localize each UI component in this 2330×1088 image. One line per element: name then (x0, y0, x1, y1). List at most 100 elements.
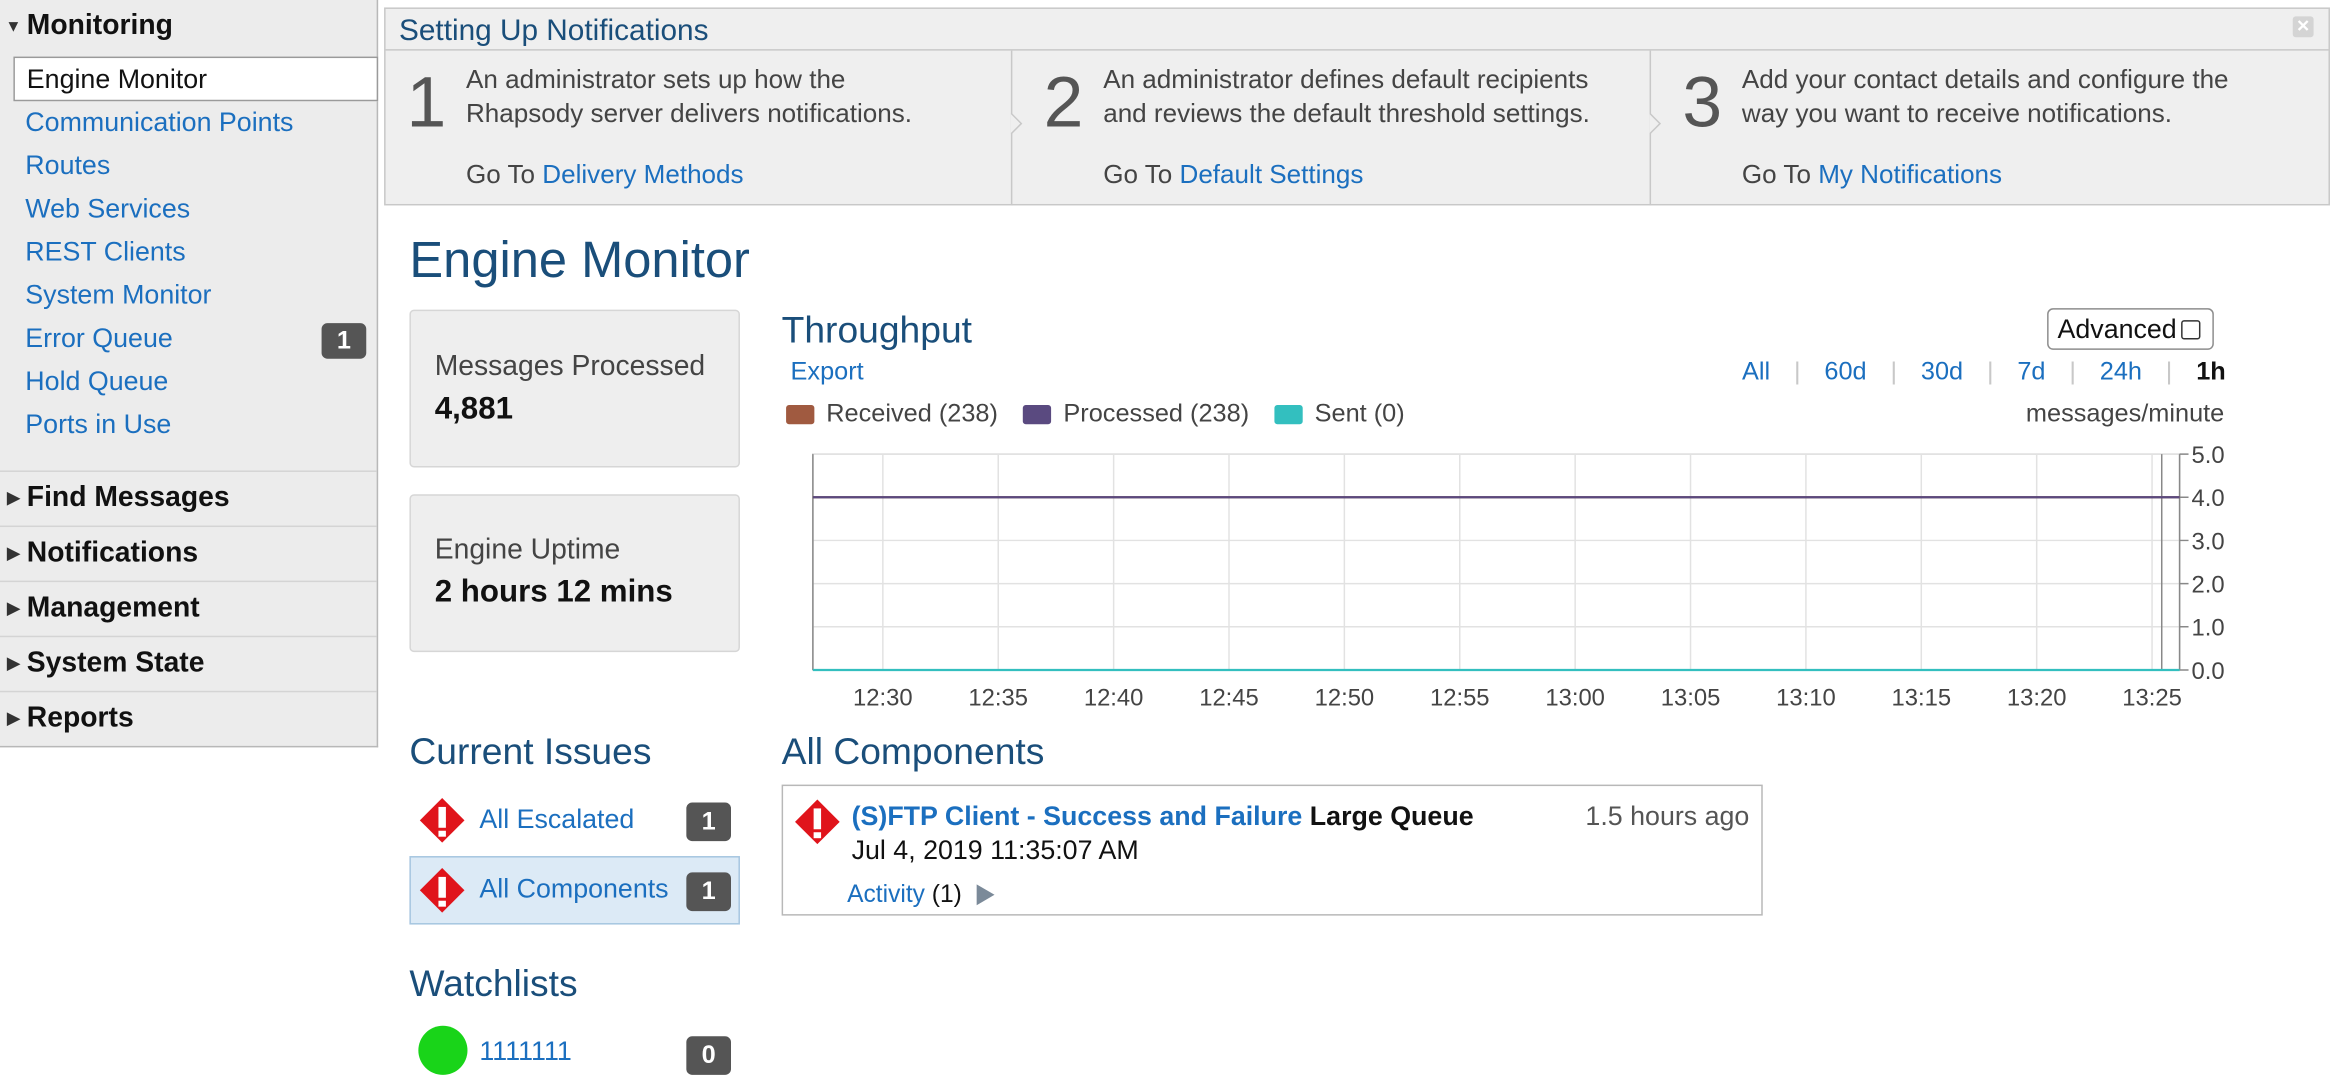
activity-count: (1) (931, 881, 962, 909)
range-option-all[interactable]: All (1742, 357, 1770, 387)
range-separator: | (1890, 357, 1898, 386)
page-title: Engine Monitor (409, 232, 750, 289)
issue-row-all-components[interactable]: All Components 1 (409, 856, 740, 925)
sidebar-item-ports-in-use[interactable]: Ports in Use (25, 409, 171, 440)
x-tick-label: 13:15 (1891, 685, 1951, 712)
my-notifications-link[interactable]: My Notifications (1818, 159, 2002, 189)
engine-uptime-value: 2 hours 12 mins (434, 574, 673, 609)
export-link[interactable]: Export (791, 357, 864, 387)
x-tick-label: 12:50 (1315, 685, 1375, 712)
nav-section-label: System State (26, 646, 205, 679)
legend-label: Processed (238) (1063, 398, 1250, 428)
y-tick-label: 2.0 (2192, 572, 2225, 599)
nav-section-monitoring[interactable]: ▼ Monitoring (0, 0, 377, 54)
advanced-checkbox[interactable] (2181, 320, 2201, 340)
x-tick-label: 12:35 (968, 685, 1028, 712)
step-number: 3 (1682, 64, 1723, 143)
watchlist-count-badge: 0 (686, 1036, 732, 1075)
step-text-line: Rhapsody server delivers notifications. (465, 98, 913, 129)
chart-unit-label: messages/minute (2025, 398, 2225, 428)
sidebar-item-hold-queue[interactable]: Hold Queue (25, 366, 168, 397)
messages-processed-label: Messages Processed (434, 351, 706, 383)
x-tick-label: 13:20 (2007, 685, 2067, 712)
nav-section-find-messages[interactable]: ▶ Find Messages (0, 470, 377, 524)
notifications-setup-banner: Setting Up Notifications ✕ 1 An administ… (384, 7, 2330, 206)
range-separator: | (2165, 357, 2173, 386)
sidebar: ▼ Monitoring Engine Monitor Communicatio… (0, 0, 379, 748)
nav-section-label: Reports (26, 701, 134, 734)
warning-icon (419, 797, 465, 843)
x-tick-label: 13:25 (2122, 685, 2182, 712)
go-to-label: Go To (1103, 159, 1173, 190)
issue-row-all-escalated[interactable]: All Escalated 1 (409, 786, 740, 854)
chevron-right-icon (1649, 113, 1662, 134)
engine-uptime-card: Engine Uptime 2 hours 12 mins (409, 494, 740, 653)
caret-right-icon: ▶ (7, 599, 20, 618)
sidebar-item-error-queue[interactable]: Error Queue (25, 323, 172, 354)
legend-item-processed[interactable]: Processed (238) (1023, 399, 1249, 429)
range-option-1h[interactable]: 1h (2196, 357, 2226, 387)
close-icon[interactable]: ✕ (2292, 16, 2314, 38)
issue-label: All Escalated (479, 803, 635, 834)
range-option-60d[interactable]: 60d (1824, 357, 1866, 387)
throughput-chart: 5.0 4.0 3.0 2.0 1.0 0.0 12:30 12:35 12:40 12:45 12… (812, 442, 2225, 712)
step-text: An administrator sets up how the Rhapsod… (466, 63, 957, 131)
step-text-line: An administrator defines default recipie… (1103, 64, 1589, 94)
error-queue-badge: 1 (321, 323, 367, 359)
caret-down-icon: ▼ (5, 17, 22, 36)
range-option-7d[interactable]: 7d (2017, 357, 2045, 387)
nav-section-label: Notifications (26, 536, 199, 568)
legend-item-received[interactable]: Received (238) (786, 399, 998, 429)
legend-item-sent[interactable]: Sent (0) (1274, 398, 1405, 429)
x-tick-label: 12:30 (853, 685, 913, 712)
default-settings-link[interactable]: Default Settings (1180, 159, 1364, 189)
legend-swatch (1023, 404, 1052, 424)
step-number: 1 (406, 64, 447, 143)
x-tick-label: 12:45 (1199, 685, 1259, 712)
issue-count-badge: 1 (686, 872, 732, 912)
step-text-line: An administrator sets up how the (465, 64, 846, 94)
sidebar-item-communication-points[interactable]: Communication Points (25, 107, 293, 138)
legend-label: Sent (0) (1314, 398, 1405, 428)
banner-step-1: 1 An administrator sets up how the Rhaps… (386, 51, 1011, 206)
warning-icon (795, 799, 840, 845)
nav-section-reports[interactable]: ▶ Reports (0, 690, 377, 745)
caret-right-icon: ▶ (7, 489, 20, 508)
component-link[interactable]: (S)FTP Client - Success and Failure (852, 801, 1303, 831)
banner-step-3: 3 Add your contact details and configure… (1662, 51, 2317, 206)
delivery-methods-link[interactable]: Delivery Methods (542, 159, 743, 189)
y-tick-label: 1.0 (2192, 615, 2225, 642)
step-text-line: and reviews the default threshold settin… (1103, 98, 1590, 129)
advanced-toggle[interactable]: Advanced (2047, 308, 2214, 350)
range-option-24h[interactable]: 24h (2100, 357, 2142, 387)
nav-section-management[interactable]: ▶ Management (0, 580, 377, 635)
x-tick-label: 13:00 (1545, 685, 1605, 712)
play-icon[interactable] (976, 884, 995, 906)
sidebar-item-web-services[interactable]: Web Services (25, 194, 190, 225)
all-components-heading: All Components (781, 731, 1045, 773)
go-to-label: Go To (465, 159, 536, 190)
sidebar-item-engine-monitor[interactable]: Engine Monitor (13, 56, 379, 102)
activity-link[interactable]: Activity (1) (847, 881, 962, 909)
sidebar-item-routes[interactable]: Routes (25, 150, 110, 181)
warning-icon (419, 867, 465, 913)
caret-right-icon: ▶ (7, 544, 20, 563)
advanced-label: Advanced (2057, 314, 2177, 344)
step-text-line: way you want to receive notifications. (1741, 98, 2173, 129)
legend-swatch (1274, 404, 1303, 424)
nav-section-system-state[interactable]: ▶ System State (0, 635, 377, 690)
step-go-to: Go To My Notifications (1742, 159, 2002, 190)
sidebar-item-system-monitor[interactable]: System Monitor (25, 280, 211, 311)
watchlist-row[interactable]: 1111111 0 (409, 1020, 740, 1088)
nav-section-notifications[interactable]: ▶ Notifications (0, 525, 377, 580)
messages-processed-value: 4,881 (434, 391, 513, 426)
chevron-right-icon (1010, 113, 1023, 134)
step-go-to: Go To Delivery Methods (466, 159, 744, 190)
range-option-30d[interactable]: 30d (1921, 357, 1963, 387)
banner-step-2: 2 An administrator defines default recip… (1023, 51, 1648, 206)
component-age: 1.5 hours ago (1585, 800, 1750, 831)
component-status: Large Queue (1309, 800, 1474, 831)
y-tick-label: 0.0 (2192, 658, 2225, 685)
sidebar-item-rest-clients[interactable]: REST Clients (25, 237, 185, 268)
step-text: An administrator defines default recipie… (1103, 63, 1639, 131)
